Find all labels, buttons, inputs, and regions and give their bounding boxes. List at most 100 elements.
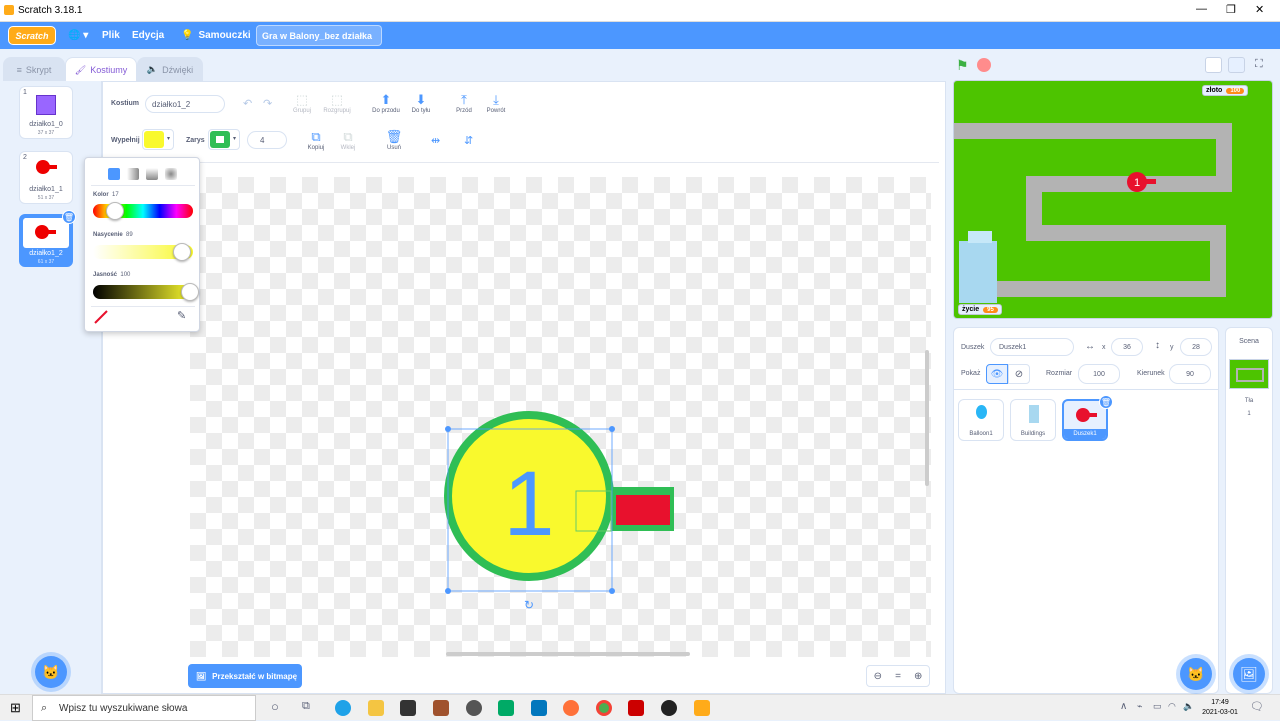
costume-tile[interactable]: 1 działko1_0 37 x 37 — [19, 86, 73, 139]
edge-icon[interactable] — [335, 700, 351, 716]
copy-button[interactable]: ⧉ Kopiuj — [299, 129, 333, 151]
solid-fill-icon[interactable] — [108, 168, 120, 180]
forward-button[interactable]: ⬆ Do przodu — [369, 92, 403, 114]
back-button[interactable]: ⤓ Powrót — [479, 92, 513, 114]
rotate-handle-icon[interactable]: ↻ — [524, 598, 534, 612]
life-monitor[interactable]: życie 95 — [958, 304, 1002, 315]
tray-volume-icon[interactable]: 🔈 — [1183, 701, 1194, 712]
backward-button[interactable]: ⬇ Do tyłu — [404, 92, 438, 114]
delete-button[interactable]: 🗑 Usuń — [377, 129, 411, 151]
no-color-icon[interactable] — [94, 310, 108, 324]
store-icon[interactable] — [400, 700, 416, 716]
costume-tile-selected[interactable]: 3 działko1_2 61 x 37 🗑 — [19, 210, 76, 267]
selection-handle[interactable] — [445, 426, 451, 432]
horizontal-scrollbar[interactable] — [446, 652, 690, 656]
selection-handle[interactable] — [609, 426, 615, 432]
costume-name-input[interactable]: działko1_2 — [145, 95, 225, 113]
scratch-logo[interactable]: Scratch — [8, 26, 56, 45]
size-input[interactable]: 100 — [1078, 364, 1120, 384]
stage-selector-pane[interactable]: Scena Tła 1 — [1225, 327, 1273, 694]
file-explorer-icon[interactable] — [368, 700, 384, 716]
redo-icon[interactable]: ↷ — [263, 97, 272, 110]
tab-sounds[interactable]: 🔈 Dźwięki — [137, 57, 203, 81]
language-menu[interactable]: 🌐 ▾ — [68, 22, 88, 49]
cortana-icon[interactable]: ○ — [271, 699, 279, 714]
taskbar-search-input[interactable]: ⌕ Wpisz tu wyszukiwane słowa — [32, 695, 256, 721]
windows-start-icon[interactable]: ⊞ — [10, 700, 21, 716]
edit-menu[interactable]: Edycja — [132, 22, 164, 49]
flip-vertical-icon[interactable]: ⇵ — [464, 134, 473, 147]
firefox-icon[interactable] — [563, 700, 579, 716]
add-costume-button[interactable]: 🐱 — [35, 656, 67, 688]
outline-width-input[interactable]: 4 — [247, 131, 287, 149]
minimize-button[interactable]: — — [1196, 3, 1207, 15]
x-input[interactable]: 36 — [1111, 338, 1143, 356]
stop-icon[interactable] — [977, 58, 991, 72]
app-icon-green[interactable] — [498, 700, 514, 716]
undo-icon[interactable]: ↶ — [243, 97, 252, 110]
brightness-slider-knob[interactable] — [181, 283, 199, 301]
tray-network-icon[interactable]: ⌁ — [1137, 701, 1142, 712]
costume-tile[interactable]: 2 działko1_1 51 x 37 — [19, 151, 73, 204]
vertical-scrollbar[interactable] — [925, 350, 929, 486]
tray-wifi-icon[interactable]: ◠ — [1168, 701, 1176, 712]
add-sprite-button[interactable]: 🐱 — [1180, 658, 1212, 690]
color-slider-knob[interactable] — [106, 202, 124, 220]
brightness-slider[interactable] — [93, 283, 199, 301]
file-menu[interactable]: Plik — [102, 22, 120, 49]
sprite-tile-duszek1[interactable]: Duszek1 🗑 — [1062, 395, 1113, 441]
eyedropper-icon[interactable]: ✎ — [177, 309, 186, 322]
vertical-gradient-icon[interactable] — [146, 168, 158, 180]
scratch-taskbar-icon[interactable] — [694, 700, 710, 716]
small-stage-icon[interactable] — [1205, 57, 1222, 73]
tab-costumes[interactable]: 🖌 Kostiumy — [65, 57, 137, 82]
zoom-in-icon[interactable]: ⊕ — [914, 671, 922, 682]
drawing-canvas[interactable]: 1 ↻ — [190, 177, 931, 657]
close-button[interactable]: ✕ — [1255, 3, 1264, 16]
tray-chevron-icon[interactable]: ∧ — [1120, 701, 1127, 712]
selection-handle[interactable] — [445, 588, 451, 594]
tutorials-menu[interactable]: 💡 Samouczki — [181, 22, 251, 49]
tray-battery-icon[interactable]: ▭ — [1153, 701, 1162, 712]
outline-color-button[interactable]: ▾ — [208, 129, 240, 150]
delete-sprite-icon[interactable]: 🗑 — [1099, 395, 1113, 409]
app-icon-blue[interactable] — [531, 700, 547, 716]
flip-horizontal-icon[interactable]: ⇹ — [431, 134, 440, 147]
sprite-tile-buildings[interactable]: Buildings — [1010, 399, 1056, 441]
sprite-name-input[interactable]: Duszek1 — [990, 338, 1074, 356]
hide-eye-icon[interactable]: ⊘ — [1008, 364, 1030, 384]
stage[interactable]: 1 złoto 100 życie 95 — [953, 80, 1273, 319]
group-button[interactable]: ⬚ Grupuj — [285, 92, 319, 114]
app-icon-brown[interactable] — [433, 700, 449, 716]
ungroup-button[interactable]: ⬚ Rozgrupuj — [320, 92, 354, 114]
zoom-reset-button[interactable]: = — [895, 671, 901, 682]
show-eye-icon[interactable]: 👁 — [986, 364, 1008, 384]
tab-code[interactable]: ≡ Skrypt — [3, 57, 65, 81]
task-view-icon[interactable]: ⧉ — [302, 700, 310, 713]
horizontal-gradient-icon[interactable] — [127, 168, 139, 180]
zoom-out-icon[interactable]: ⊖ — [874, 671, 882, 682]
green-flag-icon[interactable]: ⚑ — [956, 57, 969, 74]
large-stage-icon[interactable] — [1228, 57, 1245, 73]
app-icon-dark[interactable] — [661, 700, 677, 716]
convert-to-bitmap-button[interactable]: 🖼 Przekształć w bitmapę — [188, 664, 302, 688]
color-slider[interactable] — [93, 202, 193, 220]
front-button[interactable]: ⤒ Przód — [447, 92, 481, 114]
paste-button[interactable]: ⧉ Wklej — [331, 129, 365, 151]
gold-monitor[interactable]: złoto 100 — [1202, 85, 1249, 96]
radial-gradient-icon[interactable] — [165, 168, 177, 180]
clock[interactable]: 17:49 2021-03-01 — [1198, 698, 1242, 718]
maximize-button[interactable]: ❐ — [1226, 3, 1236, 16]
chrome-icon[interactable] — [596, 700, 612, 716]
sprite-tile-balloon1[interactable]: Balloon1 — [958, 399, 1004, 441]
saturation-slider-knob[interactable] — [173, 243, 191, 261]
app-icon-red[interactable] — [628, 700, 644, 716]
y-input[interactable]: 28 — [1180, 338, 1212, 356]
direction-input[interactable]: 90 — [1169, 364, 1211, 384]
app-icon-obs[interactable] — [466, 700, 482, 716]
selection-handle[interactable] — [609, 588, 615, 594]
delete-costume-icon[interactable]: 🗑 — [62, 210, 76, 224]
fill-color-button[interactable]: ▾ — [142, 129, 174, 150]
add-backdrop-button[interactable]: 🖼 — [1233, 658, 1265, 690]
notifications-icon[interactable]: 🗨 — [1250, 700, 1264, 713]
